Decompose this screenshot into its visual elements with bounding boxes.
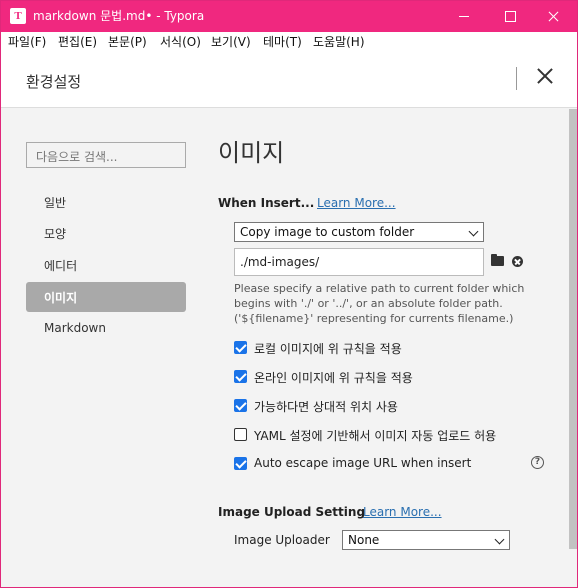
help-question-icon[interactable]: ? <box>531 456 544 469</box>
chevron-down-icon <box>494 534 505 545</box>
when-insert-title: When Insert... <box>218 196 315 210</box>
preferences-content: 다음으로 검색... 일반 모양 에디터 이미지 Markdown 이미지 Wh… <box>1 109 569 587</box>
help-line: begins with './' or '../', or an absolut… <box>234 297 503 310</box>
header-divider <box>516 67 517 90</box>
image-uploader-label: Image Uploader <box>234 533 330 547</box>
menu-help[interactable]: 도움말(H) <box>313 34 365 50</box>
checkbox-unchecked[interactable] <box>234 428 247 441</box>
path-help-text: Please specify a relative path to curren… <box>234 281 534 326</box>
upload-setting-title: Image Upload Setting <box>218 505 366 519</box>
menu-format[interactable]: 서식(O) <box>160 34 201 50</box>
image-uploader-value: None <box>348 533 380 547</box>
maximize-icon[interactable] <box>487 1 533 32</box>
window-title: markdown 문법.md• - Typora <box>33 9 205 23</box>
image-folder-input[interactable]: ./md-images/ <box>234 248 484 276</box>
preferences-header: 환경설정 <box>1 52 577 108</box>
menu-edit[interactable]: 편집(E) <box>58 34 97 50</box>
menu-file[interactable]: 파일(F) <box>8 34 46 50</box>
menu-paragraph[interactable]: 본문(P) <box>108 34 147 50</box>
preferences-title: 환경설정 <box>26 73 82 91</box>
when-insert-learn-more-link[interactable]: Learn More... <box>317 196 396 210</box>
scrollbar[interactable] <box>569 109 577 549</box>
checkbox-checked[interactable] <box>234 341 247 354</box>
checkbox-checked[interactable] <box>234 457 247 470</box>
menu-theme[interactable]: 테마(T) <box>263 34 302 50</box>
insert-action-select[interactable]: Copy image to custom folder <box>234 222 484 242</box>
upload-learn-more-link[interactable]: Learn More... <box>363 505 442 519</box>
title-bar: T markdown 문법.md• - Typora <box>1 1 577 32</box>
folder-icon[interactable] <box>491 254 504 266</box>
sidebar-item-general[interactable]: 일반 <box>26 187 186 217</box>
sidebar-item-markdown[interactable]: Markdown <box>26 314 186 344</box>
help-line: Please specify a relative path to curren… <box>234 282 525 295</box>
chevron-down-icon <box>468 226 479 237</box>
typora-app-icon: T <box>10 8 26 24</box>
clear-icon[interactable] <box>512 256 523 267</box>
menu-view[interactable]: 보기(V) <box>211 34 251 50</box>
option-label: 로컬 이미지에 위 규칙을 적용 <box>254 342 402 356</box>
help-line: ('${filename}' representing for currents… <box>234 312 514 325</box>
sidebar-item-editor[interactable]: 에디터 <box>26 250 186 280</box>
option-label: YAML 설정에 기반해서 이미지 자동 업로드 허용 <box>254 429 497 443</box>
window-close-icon[interactable] <box>531 1 577 32</box>
page-title: 이미지 <box>218 139 285 167</box>
minimize-icon[interactable] <box>441 1 487 32</box>
search-input[interactable]: 다음으로 검색... <box>26 142 186 168</box>
insert-action-value: Copy image to custom folder <box>240 225 415 239</box>
checkbox-checked[interactable] <box>234 399 247 412</box>
option-label: 온라인 이미지에 위 규칙을 적용 <box>254 371 413 385</box>
checkbox-checked[interactable] <box>234 370 247 383</box>
image-uploader-select[interactable]: None <box>342 530 510 550</box>
option-label: 가능하다면 상대적 위치 사용 <box>254 400 398 414</box>
close-preferences-icon[interactable] <box>536 67 554 85</box>
sidebar-item-image[interactable]: 이미지 <box>26 282 186 312</box>
typora-window: T markdown 문법.md• - Typora 파일(F) 편집(E) 본… <box>0 0 578 588</box>
sidebar-item-appearance[interactable]: 모양 <box>26 218 186 248</box>
menu-bar: 파일(F) 편집(E) 본문(P) 서식(O) 보기(V) 테마(T) 도움말(… <box>1 32 577 52</box>
option-label: Auto escape image URL when insert <box>254 456 472 470</box>
